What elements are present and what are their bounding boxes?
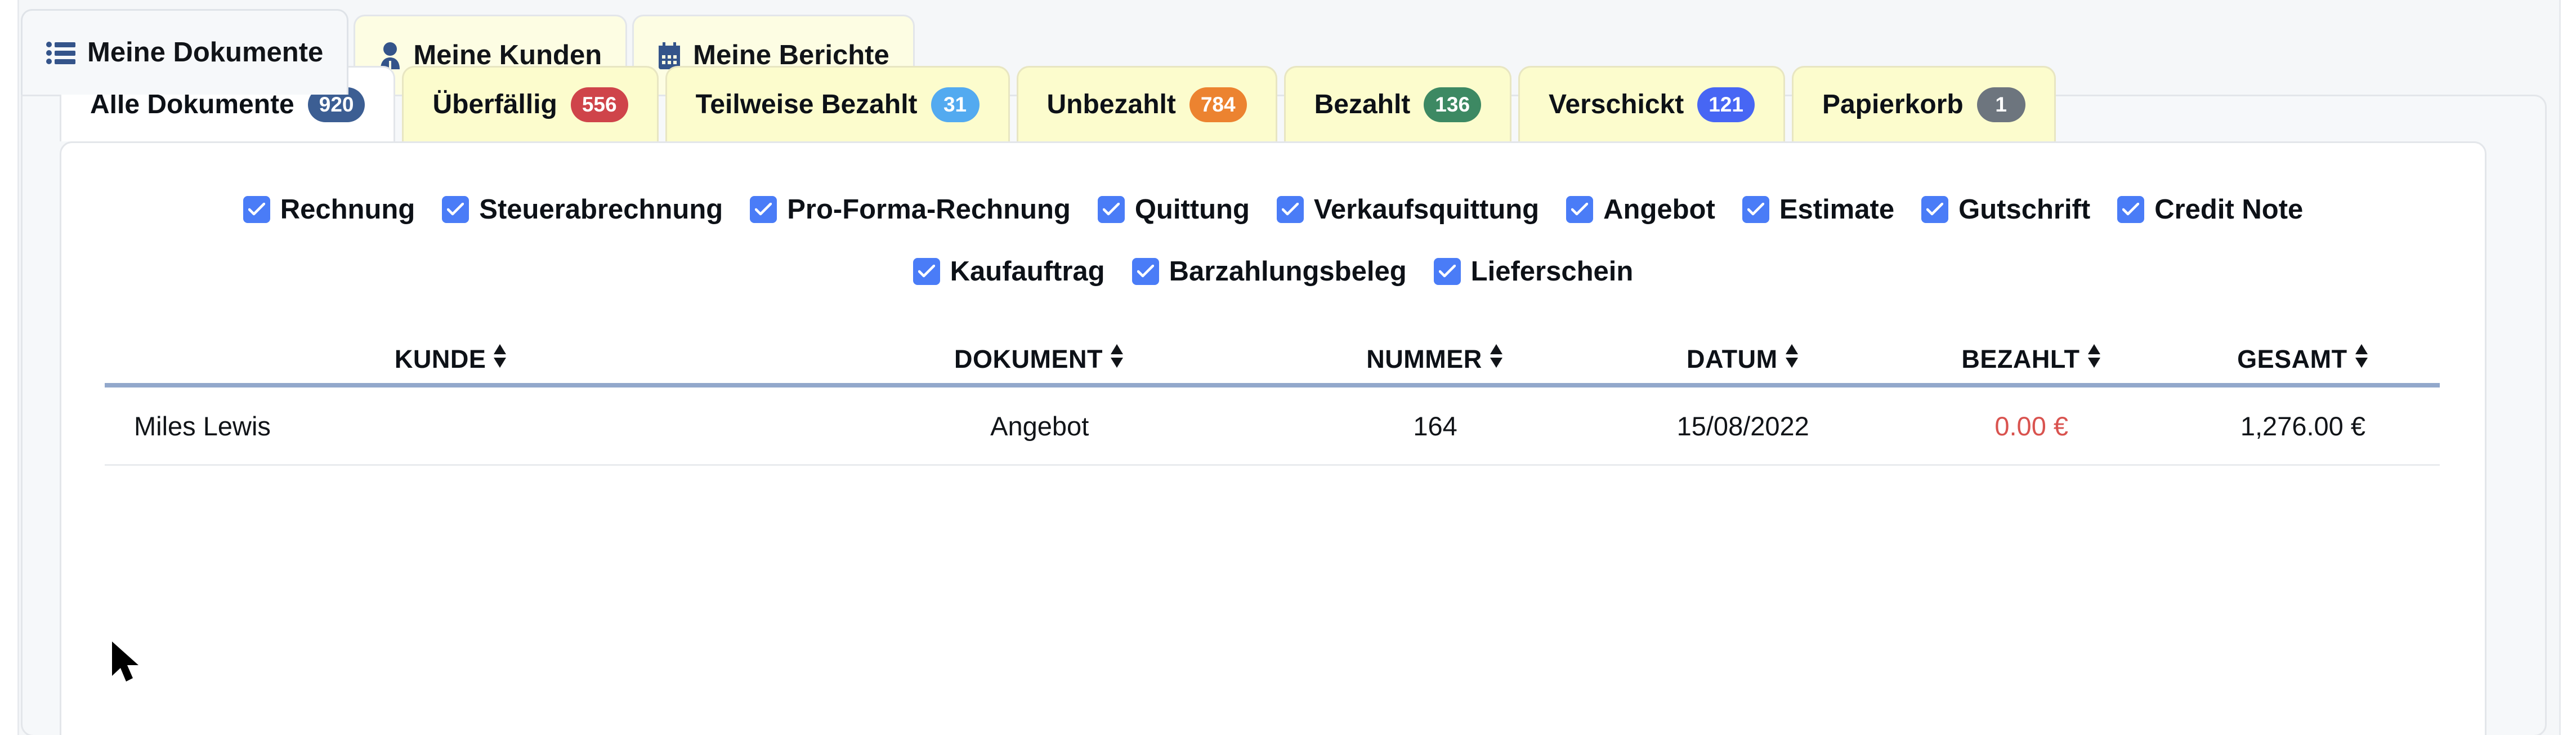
sub-tab-teilweise-bezahlt[interactable]: Teilweise Bezahlt 31 <box>665 66 1010 141</box>
primary-tab-label: Meine Kunden <box>413 40 602 70</box>
filter-checkbox-pro-forma-rechnung[interactable]: Pro-Forma-Rechnung <box>736 194 1084 225</box>
sub-tab-label: Papierkorb <box>1822 89 1964 119</box>
checkbox-checked-icon[interactable] <box>2117 196 2145 223</box>
column-header-label: GESAMT <box>2237 345 2347 373</box>
column-header-dokument[interactable]: DOKUMENT <box>797 343 1281 383</box>
column-header-kunde[interactable]: KUNDE <box>105 343 797 383</box>
cell-kunde: Miles Lewis <box>134 411 271 441</box>
checkbox-checked-icon[interactable] <box>1097 196 1125 223</box>
sub-tab-verschickt[interactable]: Verschickt 121 <box>1518 66 1785 141</box>
sub-tab-label: Teilweise Bezahlt <box>695 89 918 119</box>
list-icon <box>46 41 75 65</box>
sub-tab-count-badge: 784 <box>1189 87 1247 122</box>
sub-tab-count-badge: 31 <box>931 87 980 122</box>
filter-label: Credit Note <box>2154 194 2304 225</box>
page-right-gutter <box>2559 0 2576 735</box>
sub-tab-count-badge: 556 <box>570 87 628 122</box>
sub-tab-label: Unbezahlt <box>1046 89 1176 119</box>
user-icon <box>379 42 401 69</box>
filter-label: Barzahlungsbeleg <box>1169 256 1407 287</box>
column-header-label: DATUM <box>1687 345 1778 373</box>
document-type-filters: Rechnung Steuerabrechnung Pro-Forma-Rech… <box>61 179 2485 302</box>
filter-checkbox-barzahlungsbeleg[interactable]: Barzahlungsbeleg <box>1119 256 1420 287</box>
sub-tab-label: Alle Dokumente <box>90 89 294 119</box>
sub-tab-label: Bezahlt <box>1314 89 1411 119</box>
filter-label: Lieferschein <box>1470 256 1634 287</box>
column-header-bezahlt[interactable]: BEZAHLT <box>1897 343 2166 383</box>
filter-checkbox-verkaufsquittung[interactable]: Verkaufsquittung <box>1263 194 1553 225</box>
status-filter-tab-bar: Alle Dokumente 920 Überfällig 556 Teilwe… <box>60 66 2056 141</box>
filter-label: Kaufauftrag <box>950 256 1105 287</box>
sort-toggle-icon[interactable] <box>2087 343 2101 373</box>
column-header-label: NUMMER <box>1366 345 1482 373</box>
sort-toggle-icon[interactable] <box>493 343 507 373</box>
checkbox-checked-icon[interactable] <box>243 196 270 223</box>
column-header-gesamt[interactable]: GESAMT <box>2166 343 2440 383</box>
filter-label: Pro-Forma-Rechnung <box>787 194 1071 225</box>
filter-label: Angebot <box>1603 194 1715 225</box>
filter-checkbox-quittung[interactable]: Quittung <box>1084 194 1263 225</box>
app-page: Meine Dokumente Meine Kunden Meine Beric… <box>0 0 2576 735</box>
documents-panel: Rechnung Steuerabrechnung Pro-Forma-Rech… <box>60 141 2486 735</box>
column-header-label: BEZAHLT <box>1961 345 2080 373</box>
sub-tab-count-badge: 136 <box>1424 87 1482 122</box>
cell-datum: 15/08/2022 <box>1676 411 1809 441</box>
filter-checkbox-rechnung[interactable]: Rechnung <box>230 194 429 225</box>
primary-tab-label: Meine Berichte <box>693 40 889 70</box>
documents-table: KUNDE DOKUMENT NUMMER DATUM BEZAHLT GESA… <box>105 329 2440 466</box>
sub-tab-bezahlt[interactable]: Bezahlt 136 <box>1283 66 1512 141</box>
sub-tab-count-badge: 121 <box>1697 87 1755 122</box>
filter-label: Quittung <box>1134 194 1250 225</box>
cell-dokument: Angebot <box>990 411 1089 441</box>
filter-label: Gutschrift <box>1958 194 2091 225</box>
filter-label: Steuerabrechnung <box>479 194 723 225</box>
filter-label: Estimate <box>1779 194 1895 225</box>
cell-gesamt: 1,276.00 € <box>2240 411 2366 441</box>
sub-tab-ueberfaellig[interactable]: Überfällig 556 <box>402 66 659 141</box>
checkbox-checked-icon[interactable] <box>750 196 777 223</box>
cell-bezahlt: 0.00 € <box>1994 411 2069 441</box>
checkbox-checked-icon[interactable] <box>1132 258 1159 285</box>
filter-checkbox-kaufauftrag[interactable]: Kaufauftrag <box>900 256 1119 287</box>
column-header-label: KUNDE <box>394 345 486 373</box>
checkbox-checked-icon[interactable] <box>913 258 940 285</box>
sub-tab-count-badge: 1 <box>1976 87 2025 122</box>
filter-checkbox-lieferschein[interactable]: Lieferschein <box>1420 256 1647 287</box>
page-left-gutter <box>0 0 19 735</box>
column-header-nummer[interactable]: NUMMER <box>1281 343 1589 383</box>
sub-tab-unbezahlt[interactable]: Unbezahlt 784 <box>1016 66 1277 141</box>
sort-toggle-icon[interactable] <box>2354 343 2369 373</box>
checkbox-checked-icon[interactable] <box>1566 196 1594 223</box>
checkbox-checked-icon[interactable] <box>1921 196 1949 223</box>
checkbox-checked-icon[interactable] <box>1742 196 1769 223</box>
column-header-label: DOKUMENT <box>954 345 1103 373</box>
calendar-icon <box>658 42 681 69</box>
filter-label: Rechnung <box>280 194 415 225</box>
sort-toggle-icon[interactable] <box>1785 343 1799 373</box>
checkbox-checked-icon[interactable] <box>1433 258 1461 285</box>
table-row[interactable]: Miles Lewis Angebot 164 15/08/2022 0.00 … <box>105 387 2440 466</box>
sub-tab-label: Verschickt <box>1549 89 1684 119</box>
column-header-datum[interactable]: DATUM <box>1589 343 1897 383</box>
filter-checkbox-gutschrift[interactable]: Gutschrift <box>1908 194 2104 225</box>
filter-checkbox-credit-note[interactable]: Credit Note <box>2104 194 2316 225</box>
sort-toggle-icon[interactable] <box>1489 343 1504 373</box>
checkbox-checked-icon[interactable] <box>442 196 469 223</box>
primary-tab-meine-dokumente[interactable]: Meine Dokumente <box>21 9 349 95</box>
filter-checkbox-estimate[interactable]: Estimate <box>1729 194 1908 225</box>
document-type-filter-row-2: Kaufauftrag Barzahlungsbeleg Lieferschei… <box>61 240 2485 302</box>
table-header-row: KUNDE DOKUMENT NUMMER DATUM BEZAHLT GESA… <box>105 329 2440 387</box>
sort-toggle-icon[interactable] <box>1110 343 1124 373</box>
sub-tab-label: Überfällig <box>432 89 557 119</box>
cell-nummer: 164 <box>1413 411 1457 441</box>
document-type-filter-row-1: Rechnung Steuerabrechnung Pro-Forma-Rech… <box>61 179 2485 240</box>
filter-checkbox-steuerabrechnung[interactable]: Steuerabrechnung <box>428 194 736 225</box>
checkbox-checked-icon[interactable] <box>1276 196 1304 223</box>
sub-tab-papierkorb[interactable]: Papierkorb 1 <box>1791 66 2056 141</box>
primary-tab-label: Meine Dokumente <box>87 37 324 68</box>
filter-label: Verkaufsquittung <box>1313 194 1540 225</box>
filter-checkbox-angebot[interactable]: Angebot <box>1553 194 1729 225</box>
